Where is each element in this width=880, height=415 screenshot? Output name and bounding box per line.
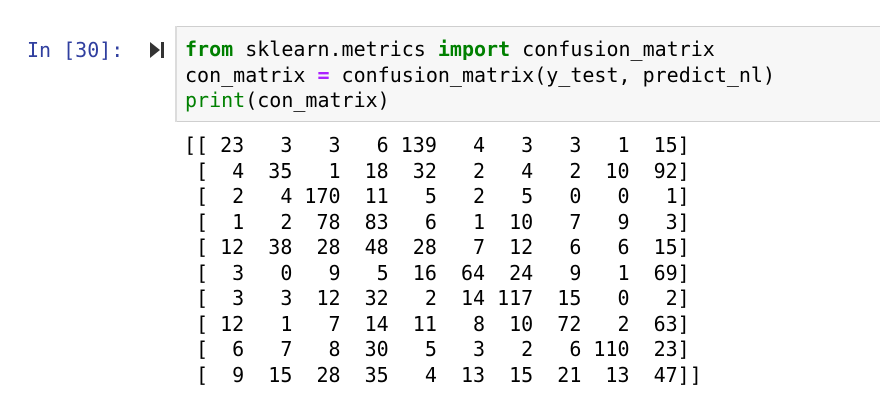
output-line: [ 12 38 28 48 28 7 12 6 6 15] — [184, 235, 690, 259]
code-line-3: print(con_matrix) — [185, 88, 390, 112]
output-line: [ 6 7 8 30 5 3 2 6 110 23] — [184, 337, 690, 361]
output-line: [ 1 2 78 83 6 1 10 7 9 3] — [184, 209, 690, 234]
assign-operator: = — [317, 62, 330, 87]
code-input-area[interactable]: from sklearn.metrics import confusion_ma… — [175, 26, 880, 122]
cell-output: [[ 23 3 3 6 139 4 3 3 1 15] [ 4 35 1 18 … — [184, 133, 702, 388]
notebook-code-cell: In [30]: from sklearn.metrics import con… — [0, 0, 880, 415]
module-name: sklearn.metrics — [233, 37, 438, 61]
imported-name: confusion_matrix — [510, 37, 715, 61]
builtin-print: print — [185, 88, 246, 112]
output-line: [ 3 3 12 32 2 14 117 15 0 2] — [184, 286, 690, 310]
output-line: [ 2 4 170 11 5 2 5 0 0 1] — [184, 184, 690, 208]
code-editor[interactable]: from sklearn.metrics import confusion_ma… — [185, 37, 775, 114]
print-args: (con_matrix) — [245, 88, 390, 112]
output-line: [ 9 15 28 35 4 13 15 21 13 47]] — [184, 362, 702, 387]
variable-name: con_matrix — [185, 62, 318, 87]
keyword-import: import — [437, 37, 511, 61]
run-cell-icon[interactable] — [149, 40, 165, 60]
keyword-from: from — [185, 37, 234, 61]
output-line: [ 12 1 7 14 11 8 10 72 2 63] — [184, 311, 690, 336]
function-call: confusion_matrix(y_test, predict_nl) — [329, 62, 776, 87]
code-line-1: from sklearn.metrics import confusion_ma… — [185, 37, 715, 61]
code-line-2: con_matrix = confusion_matrix(y_test, pr… — [185, 63, 775, 87]
output-line: [[ 23 3 3 6 139 4 3 3 1 15] — [184, 133, 690, 157]
output-line: [ 3 0 9 5 16 64 24 9 1 69] — [184, 260, 690, 285]
output-line: [ 4 35 1 18 32 2 4 2 10 92] — [184, 158, 690, 183]
input-prompt: In [30]: — [27, 38, 124, 62]
